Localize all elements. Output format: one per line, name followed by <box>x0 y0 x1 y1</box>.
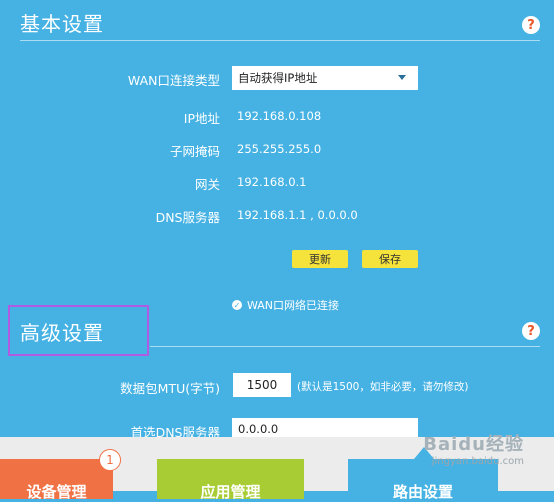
wan-type-select[interactable]: 自动获得IP地址 <box>232 66 418 90</box>
mask-label: 子网掩码 <box>169 144 220 159</box>
dns-value: 192.168.1.1 , 0.0.0.0 <box>237 208 358 222</box>
device-management-label: 设备管理 <box>26 483 87 501</box>
mask-value: 255.255.255.0 <box>237 142 322 156</box>
wan-type-value: 自动获得IP地址 <box>238 71 318 85</box>
wan-status: ✓ WAN口网络已连接 <box>232 297 339 313</box>
gateway-value: 192.168.0.1 <box>237 175 307 189</box>
mtu-hint: (默认是1500，如非必要，请勿修改) <box>297 381 469 393</box>
watermark: Baidu经验 jingyan.baidu.com <box>423 430 524 467</box>
help-icon-advanced[interactable]: ? <box>522 322 540 340</box>
watermark-url: jingyan.baidu.com <box>431 456 524 467</box>
device-management-tab[interactable]: 设备管理 <box>0 459 113 501</box>
app-management-tab[interactable]: 应用管理 <box>157 459 304 501</box>
wan-type-label: WAN口连接类型 <box>127 73 220 88</box>
basic-settings-title: 基本设置 <box>20 12 104 36</box>
mtu-label: 数据包MTU(字节) <box>120 381 220 396</box>
ip-value: 192.168.0.108 <box>237 109 322 123</box>
app-management-label: 应用管理 <box>200 483 261 501</box>
notification-badge: 1 <box>99 449 121 471</box>
watermark-brand: Baidu经验 <box>423 434 524 455</box>
save-button[interactable]: 保存 <box>362 250 418 268</box>
route-settings-label: 路由设置 <box>392 483 453 501</box>
chevron-down-icon <box>398 75 406 80</box>
gateway-label: 网关 <box>194 177 220 192</box>
advanced-settings-title: 高级设置 <box>20 321 104 345</box>
mtu-input[interactable]: 1500 <box>233 373 291 397</box>
check-icon: ✓ <box>232 300 242 310</box>
dns-label: DNS服务器 <box>155 210 220 225</box>
help-icon[interactable]: ? <box>522 16 540 34</box>
wan-status-text: WAN口网络已连接 <box>247 299 340 312</box>
refresh-button[interactable]: 更新 <box>292 250 348 268</box>
ip-label: IP地址 <box>183 111 220 126</box>
advanced-divider <box>150 346 540 347</box>
basic-divider <box>20 40 540 41</box>
